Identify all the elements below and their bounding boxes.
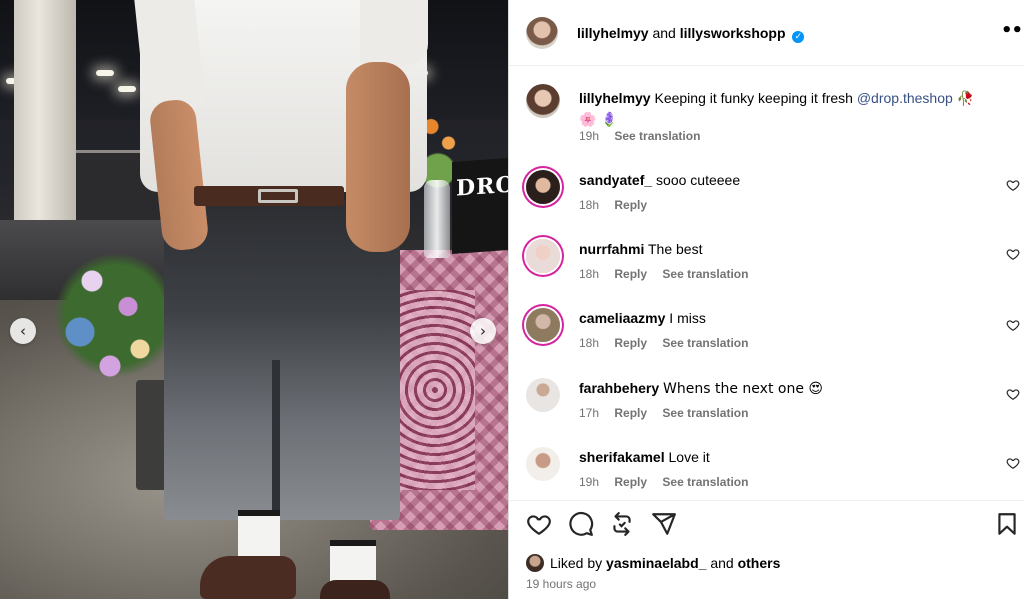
verified-badge-icon: ✓: [792, 31, 805, 43]
ceiling-light: [118, 86, 136, 92]
comment-time: 19h: [579, 475, 600, 489]
comment-time: 18h: [579, 336, 600, 350]
left-loafer: [200, 556, 296, 599]
author-username[interactable]: lillyhelmyy: [577, 25, 649, 41]
comment-username[interactable]: nurrfahmi: [579, 241, 644, 257]
post-timestamp: 19 hours ago: [526, 577, 597, 591]
comment-text: I miss: [669, 310, 706, 326]
right-loafer: [320, 580, 390, 599]
wilted-flower-emoji: 🥀: [956, 91, 975, 107]
comment-heart-icon[interactable]: [1006, 387, 1020, 401]
comment-text: Love it: [668, 449, 710, 465]
chevron-right-icon[interactable]: ›: [470, 318, 496, 344]
drop-sign: DROP: [452, 158, 508, 254]
comment-body: farahbehery Whens the next one 😍: [579, 378, 979, 399]
comment-text: sooo cuteeee: [656, 172, 741, 188]
authors-joiner: and: [652, 25, 676, 41]
jorts-inseam: [272, 360, 280, 522]
caption-text: lillyhelmyy Keeping it funky keeping it …: [579, 88, 979, 130]
caption-message: Keeping it funky keeping it fresh: [654, 90, 853, 106]
caption-username[interactable]: lillyhelmyy: [579, 90, 651, 106]
comment-meta: 18h Reply See translation: [579, 336, 760, 350]
reply-button[interactable]: Reply: [614, 336, 647, 350]
see-translation-link[interactable]: See translation: [662, 336, 748, 350]
heart-icon[interactable]: [526, 511, 552, 537]
left-sleeve: [134, 0, 206, 108]
see-translation-link[interactable]: See translation: [614, 129, 700, 143]
comment-heart-icon[interactable]: [1006, 318, 1020, 332]
comment-meta: 17h Reply See translation: [579, 406, 760, 420]
repost-icon[interactable]: [609, 511, 635, 537]
comment-text: The best: [647, 241, 703, 257]
belt-buckle: [258, 189, 298, 203]
reply-button[interactable]: Reply: [614, 267, 647, 281]
comment-heart-icon[interactable]: [1006, 247, 1020, 261]
liker-username[interactable]: yasminaelabd_: [606, 555, 706, 571]
commenter-avatar[interactable]: [526, 170, 560, 204]
more-options-icon[interactable]: •••: [1001, 20, 1024, 41]
comment-meta: 19h Reply See translation: [579, 475, 760, 489]
liker-avatar[interactable]: [526, 554, 544, 572]
comment-body: nurrfahmi The best: [579, 239, 979, 259]
ceiling-light: [96, 70, 114, 76]
comment-body: sandyatef_ sooo cuteeee: [579, 170, 979, 190]
author-avatar[interactable]: [526, 17, 558, 49]
bookmark-icon[interactable]: [994, 511, 1020, 537]
post-details-panel: lillyhelmyy and lillysworkshopp ✓ ••• li…: [508, 0, 1024, 599]
caption-avatar[interactable]: [526, 84, 560, 118]
comment-icon[interactable]: [568, 511, 594, 537]
comment-username[interactable]: farahbehery: [579, 380, 659, 396]
comment-time: 17h: [579, 406, 600, 420]
post-actions: Liked by yasminaelabd_ and others 19 hou…: [509, 500, 1024, 599]
post-header: lillyhelmyy and lillysworkshopp ✓ •••: [509, 0, 1024, 66]
see-translation-link[interactable]: See translation: [662, 406, 748, 420]
comment-heart-icon[interactable]: [1006, 178, 1020, 192]
comment-username[interactable]: cameliaazmy: [579, 310, 665, 326]
comment-time: 18h: [579, 198, 600, 212]
right-sleeve: [360, 0, 428, 66]
post-authors: lillyhelmyy and lillysworkshopp ✓: [577, 25, 805, 43]
reply-button[interactable]: Reply: [614, 198, 647, 212]
comment-body: cameliaazmy I miss: [579, 308, 979, 328]
comment-meta: 18h Reply See translation: [579, 267, 760, 281]
commenter-avatar[interactable]: [526, 447, 560, 481]
reply-button[interactable]: Reply: [614, 475, 647, 489]
share-icon[interactable]: [651, 511, 677, 537]
reply-button[interactable]: Reply: [614, 406, 647, 420]
flower-emojis: 🌸 🪻: [579, 112, 619, 128]
likes-joiner: and: [710, 555, 734, 571]
likes-prefix: Liked by: [550, 555, 603, 571]
collaborator-username[interactable]: lillysworkshopp: [680, 25, 786, 41]
likes-others-link[interactable]: others: [738, 555, 781, 571]
likes-summary: Liked by yasminaelabd_ and others: [526, 554, 780, 572]
right-arm: [346, 62, 410, 252]
commenter-avatar[interactable]: [526, 308, 560, 342]
glass-bottle: [424, 180, 450, 258]
comment-username[interactable]: sherifakamel: [579, 449, 665, 465]
bandana-pattern: [395, 290, 475, 490]
chevron-left-icon[interactable]: ‹: [10, 318, 36, 344]
see-translation-link[interactable]: See translation: [662, 475, 748, 489]
comment-text: Whens the next one 😍: [663, 381, 823, 397]
post-photo[interactable]: DROP ‹ ›: [0, 0, 508, 599]
comment-body: sherifakamel Love it: [579, 447, 979, 467]
caption-time: 19h: [579, 129, 600, 143]
comment-username[interactable]: sandyatef_: [579, 172, 652, 188]
see-translation-link[interactable]: See translation: [662, 267, 748, 281]
comment-meta: 18h Reply: [579, 198, 659, 212]
caption-mention[interactable]: @drop.theshop: [857, 90, 953, 106]
comment-heart-icon[interactable]: [1006, 456, 1020, 470]
commenter-avatar[interactable]: [526, 378, 560, 412]
purple-flowers: [56, 230, 176, 400]
caption-meta: 19h See translation: [579, 129, 712, 143]
commenter-avatar[interactable]: [526, 239, 560, 273]
comment-time: 18h: [579, 267, 600, 281]
